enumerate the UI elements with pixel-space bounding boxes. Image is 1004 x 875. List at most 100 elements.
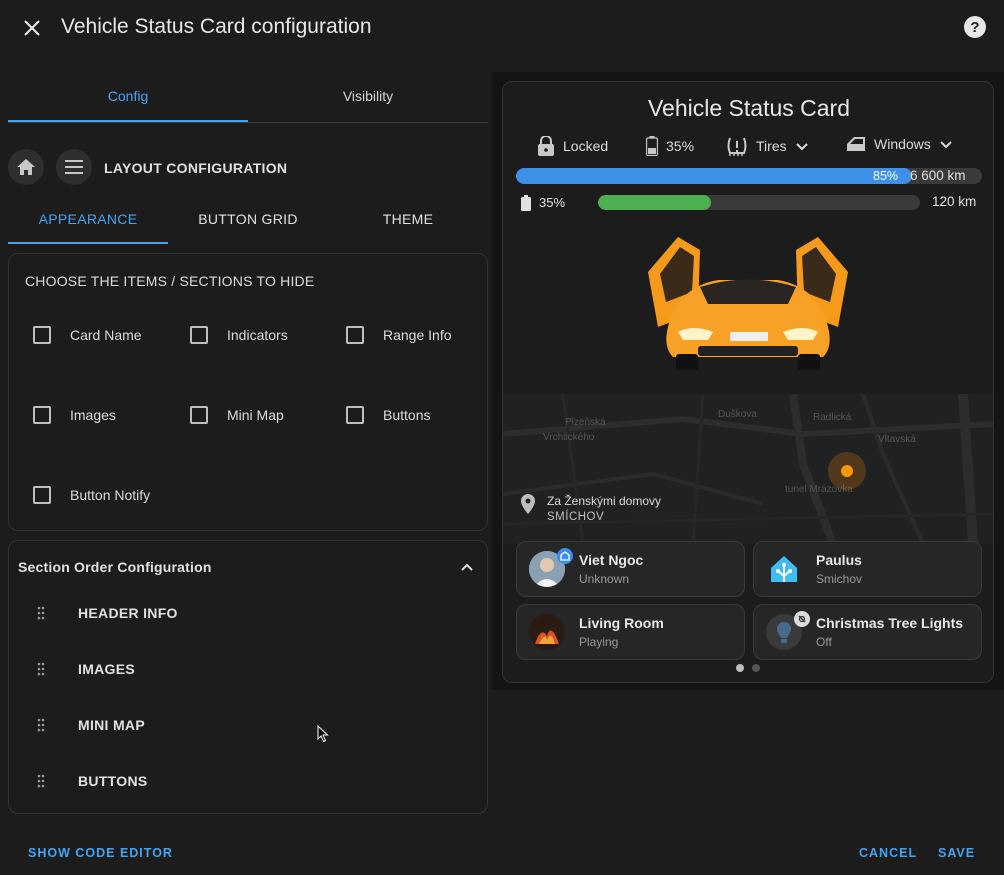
button-name: Christmas Tree Lights — [816, 615, 964, 631]
mini-map[interactable]: Plzeňská Vrchlického Duškova Radlická Vl… — [503, 394, 993, 544]
checkbox-label: Range Info — [383, 327, 452, 343]
checkbox-label: Images — [70, 407, 116, 423]
windows-dropdown[interactable]: Windows — [846, 136, 953, 152]
hide-indicators-option[interactable]: Indicators — [190, 326, 288, 344]
electric-km: 120 km — [932, 194, 977, 209]
button-state: Smichov — [816, 572, 863, 586]
hide-items-title: CHOOSE THE ITEMS / SECTIONS TO HIDE — [25, 273, 315, 289]
chevron-down-icon — [940, 141, 952, 149]
battery-icon — [646, 136, 658, 156]
checkbox[interactable] — [346, 406, 364, 424]
hide-buttons-option[interactable]: Buttons — [346, 406, 430, 424]
order-item-label: HEADER INFO — [78, 605, 178, 621]
tab-appearance[interactable]: APPEARANCE — [8, 196, 168, 244]
button-state: Unknown — [579, 572, 630, 586]
hide-items-card: CHOOSE THE ITEMS / SECTIONS TO HIDE Card… — [8, 253, 488, 531]
hide-button-notify-option[interactable]: Button Notify — [33, 486, 150, 504]
button-viet-ngoc[interactable]: Viet Ngoc Unknown — [516, 541, 745, 597]
button-living-room[interactable]: Living Room Playing — [516, 604, 745, 660]
checkbox-label: Buttons — [383, 407, 431, 423]
home-button[interactable] — [8, 149, 44, 185]
vehicle-location-marker[interactable] — [828, 452, 866, 490]
lock-indicator[interactable]: Locked — [537, 136, 608, 156]
button-name: Paulus — [816, 552, 862, 568]
checkbox-label: Button Notify — [70, 487, 151, 503]
drag-handle-icon[interactable] — [37, 718, 49, 732]
show-code-editor-button[interactable]: SHOW CODE EDITOR — [28, 846, 173, 860]
brightness-off-badge-icon — [794, 611, 810, 627]
checkbox[interactable] — [190, 326, 208, 344]
range-bar-fill — [516, 168, 913, 184]
page-dot[interactable] — [736, 664, 744, 672]
button-paulus[interactable]: Paulus Smichov — [753, 541, 982, 597]
button-name: Viet Ngoc — [579, 552, 644, 568]
checkbox[interactable] — [190, 406, 208, 424]
tires-label: Tires — [756, 138, 787, 154]
map-street-label: Vltavská — [878, 434, 916, 445]
lock-icon — [538, 136, 554, 156]
checkbox-label: Indicators — [227, 327, 288, 343]
order-item-buttons[interactable]: BUTTONS — [37, 773, 148, 789]
checkbox-label: Card Name — [70, 327, 142, 343]
tab-button-grid[interactable]: BUTTON GRID — [168, 196, 328, 244]
chevron-down-icon — [795, 143, 808, 151]
order-item-images[interactable]: IMAGES — [37, 661, 135, 677]
car-window-icon — [847, 137, 865, 151]
main-tabs: Config Visibility — [8, 72, 488, 123]
order-item-mini-map[interactable]: MINI MAP — [37, 717, 145, 733]
hide-mini-map-option[interactable]: Mini Map — [190, 406, 284, 424]
button-state: Playing — [579, 635, 619, 649]
button-state: Off — [816, 635, 832, 649]
range-km: 6 600 km — [910, 168, 966, 183]
dialog-header: Vehicle Status Card configuration ? — [0, 0, 1004, 56]
order-item-label: BUTTONS — [78, 773, 148, 789]
hide-card-name-option[interactable]: Card Name — [33, 326, 142, 344]
vehicle-image — [638, 232, 858, 377]
cancel-button[interactable]: CANCEL — [859, 846, 917, 860]
drag-handle-icon[interactable] — [37, 606, 49, 620]
button-christmas-tree-lights[interactable]: Christmas Tree Lights Off — [753, 604, 982, 660]
drag-handle-icon[interactable] — [37, 662, 49, 676]
checkbox[interactable] — [33, 486, 51, 504]
hide-images-option[interactable]: Images — [33, 406, 116, 424]
layout-tabs: APPEARANCE BUTTON GRID THEME — [8, 196, 488, 244]
address-district: SMÍCHOV — [547, 511, 605, 523]
range-percent: 85% — [873, 169, 899, 183]
home-assistant-icon — [766, 551, 802, 587]
section-order-card: Section Order Configuration HEADER INFO … — [8, 540, 488, 814]
battery-icon — [521, 195, 531, 211]
tire-pressure-icon — [727, 137, 747, 156]
section-order-title: Section Order Configuration — [18, 559, 212, 575]
battery-indicator[interactable]: 35% — [646, 136, 694, 156]
help-icon[interactable]: ? — [964, 16, 986, 38]
save-button[interactable]: SAVE — [938, 846, 975, 860]
checkbox[interactable] — [33, 406, 51, 424]
car-icon — [648, 237, 848, 370]
map-street-label: Radlická — [813, 412, 852, 423]
checkbox[interactable] — [346, 326, 364, 344]
drag-handle-icon[interactable] — [37, 774, 49, 788]
electric-bar-track — [598, 195, 920, 210]
close-icon — [24, 20, 40, 36]
order-item-header-info[interactable]: HEADER INFO — [37, 605, 178, 621]
tires-dropdown[interactable]: Tires — [726, 136, 809, 156]
map-marker-icon — [521, 494, 535, 514]
close-button[interactable] — [18, 14, 46, 42]
tab-visibility[interactable]: Visibility — [248, 72, 488, 122]
layout-title: LAYOUT CONFIGURATION — [104, 160, 288, 176]
dialog-title: Vehicle Status Card configuration — [61, 15, 372, 38]
tab-config[interactable]: Config — [8, 72, 248, 122]
windows-label: Windows — [874, 136, 931, 152]
battery-level: 35% — [666, 138, 695, 154]
tab-theme[interactable]: THEME — [328, 196, 488, 244]
checkbox[interactable] — [33, 326, 51, 344]
page-dot[interactable] — [752, 664, 760, 672]
chevron-up-icon[interactable] — [459, 559, 475, 575]
hide-range-info-option[interactable]: Range Info — [346, 326, 452, 344]
home-icon — [17, 159, 35, 175]
address-street: Za Ženskými domovy — [547, 494, 662, 508]
menu-button[interactable] — [56, 149, 92, 185]
media-thumbnail — [529, 614, 565, 650]
button-name: Living Room — [579, 615, 664, 631]
order-item-label: MINI MAP — [78, 717, 145, 733]
